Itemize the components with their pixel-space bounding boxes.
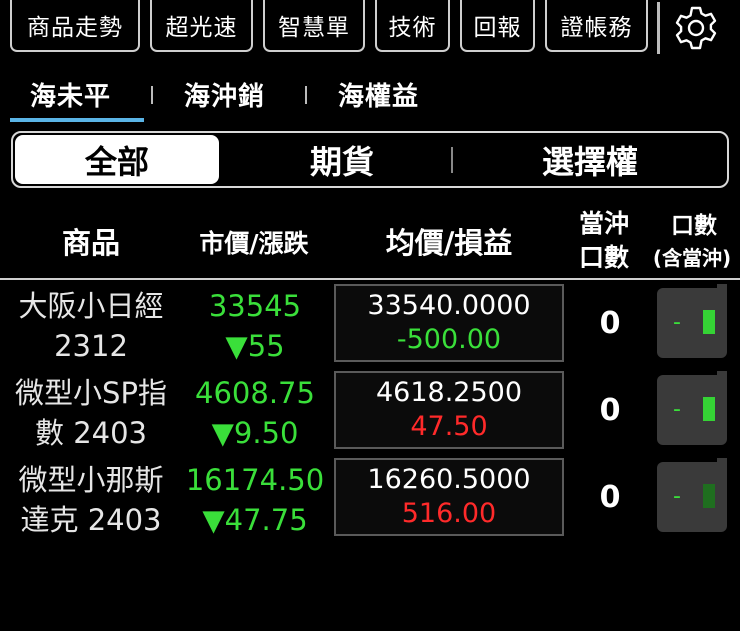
market-price: 4608.75 bbox=[195, 376, 315, 410]
tab-overseas-open-positions[interactable]: 海未平 bbox=[30, 76, 111, 113]
product-contract: 2312 bbox=[54, 329, 128, 363]
product-name: 微型小那斯 bbox=[18, 463, 164, 497]
table-header: 商品 市價/漲跌 均價/損益 當沖 口數 口數 (含當沖) bbox=[0, 198, 740, 278]
product-name: 大阪小日經 bbox=[18, 289, 164, 323]
market-price: 16174.50 bbox=[185, 463, 325, 497]
account-tabs: 海未平 海沖銷 海權益 bbox=[0, 66, 740, 124]
top-toolbar: 商品走勢 超光速 智慧單 技術 回報 證帳務 bbox=[0, 0, 740, 60]
day-trade-lots: 0 bbox=[599, 306, 621, 341]
lots-tab-corner bbox=[717, 371, 727, 381]
segment-all[interactable]: 全部 bbox=[15, 135, 219, 184]
product-name: 微型小SP指 bbox=[15, 376, 167, 410]
market-price: 33545 bbox=[208, 289, 302, 323]
avg-pnl-box[interactable]: 33540.0000 -500.00 bbox=[334, 284, 564, 362]
day-trade-lots: 0 bbox=[599, 393, 621, 428]
lots-indicator-icon bbox=[703, 310, 715, 334]
day-trade-lots: 0 bbox=[599, 480, 621, 515]
avg-price: 33540.0000 bbox=[367, 290, 531, 321]
profit-loss: -500.00 bbox=[396, 324, 502, 355]
header-avg-pnl: 均價/損益 bbox=[385, 226, 513, 260]
tab-divider bbox=[305, 86, 307, 104]
price-change: ▼55 bbox=[225, 329, 285, 363]
avg-pnl-box[interactable]: 16260.5000 516.00 bbox=[334, 458, 564, 536]
lots-button[interactable]: - bbox=[657, 371, 727, 445]
lots-indicator-icon bbox=[703, 397, 715, 421]
product-type-segment: 全部 期貨 選擇權 bbox=[11, 131, 729, 188]
avg-pnl-box[interactable]: 4618.2500 47.50 bbox=[334, 371, 564, 449]
tab-overseas-offset[interactable]: 海沖銷 bbox=[184, 76, 265, 113]
lots-tab-corner bbox=[717, 458, 727, 468]
header-day-trade: 當沖 bbox=[578, 209, 629, 238]
tab-divider bbox=[151, 86, 153, 104]
product-contract: 達克 2403 bbox=[20, 503, 162, 537]
toolbar-divider bbox=[657, 2, 660, 54]
header-price-change: 市價/漲跌 bbox=[199, 229, 309, 258]
gear-icon[interactable] bbox=[670, 2, 722, 54]
profit-loss: 516.00 bbox=[401, 498, 497, 529]
technical-button[interactable]: 技術 bbox=[375, 0, 450, 52]
table-row[interactable]: 微型小那斯 達克 2403 16174.50 ▼47.75 16260.5000… bbox=[0, 458, 740, 544]
lots-value: - bbox=[673, 397, 681, 422]
price-change: ▼47.75 bbox=[202, 503, 308, 537]
segment-options[interactable]: 選擇權 bbox=[453, 133, 727, 186]
table-row[interactable]: 大阪小日經 2312 33545 ▼55 33540.0000 -500.00 … bbox=[0, 284, 740, 370]
profit-loss: 47.50 bbox=[410, 411, 488, 442]
segment-futures[interactable]: 期貨 bbox=[233, 133, 451, 186]
report-button[interactable]: 回報 bbox=[460, 0, 535, 52]
header-lots-incl-day: (含當沖) bbox=[652, 246, 732, 270]
header-product: 商品 bbox=[61, 226, 120, 260]
avg-price: 16260.5000 bbox=[367, 464, 531, 495]
lots-value: - bbox=[673, 310, 681, 335]
header-day-lots: 口數 bbox=[578, 243, 629, 272]
avg-price: 4618.2500 bbox=[375, 377, 522, 408]
active-tab-indicator bbox=[10, 118, 144, 122]
hyper-speed-button[interactable]: 超光速 bbox=[150, 0, 253, 52]
product-trend-button[interactable]: 商品走勢 bbox=[10, 0, 140, 52]
header-lots: 口數 bbox=[671, 213, 717, 239]
securities-account-button[interactable]: 證帳務 bbox=[545, 0, 648, 52]
table-row[interactable]: 微型小SP指 數 2403 4608.75 ▼9.50 4618.2500 47… bbox=[0, 371, 740, 457]
tab-overseas-equity[interactable]: 海權益 bbox=[338, 76, 419, 113]
product-contract: 數 2403 bbox=[34, 416, 148, 450]
smart-order-button[interactable]: 智慧單 bbox=[263, 0, 365, 52]
lots-button[interactable]: - bbox=[657, 284, 727, 358]
header-divider bbox=[0, 278, 740, 280]
price-change: ▼9.50 bbox=[211, 416, 299, 450]
lots-indicator-icon bbox=[703, 484, 715, 508]
lots-value: - bbox=[673, 484, 681, 509]
lots-button[interactable]: - bbox=[657, 458, 727, 532]
lots-tab-corner bbox=[717, 284, 727, 294]
